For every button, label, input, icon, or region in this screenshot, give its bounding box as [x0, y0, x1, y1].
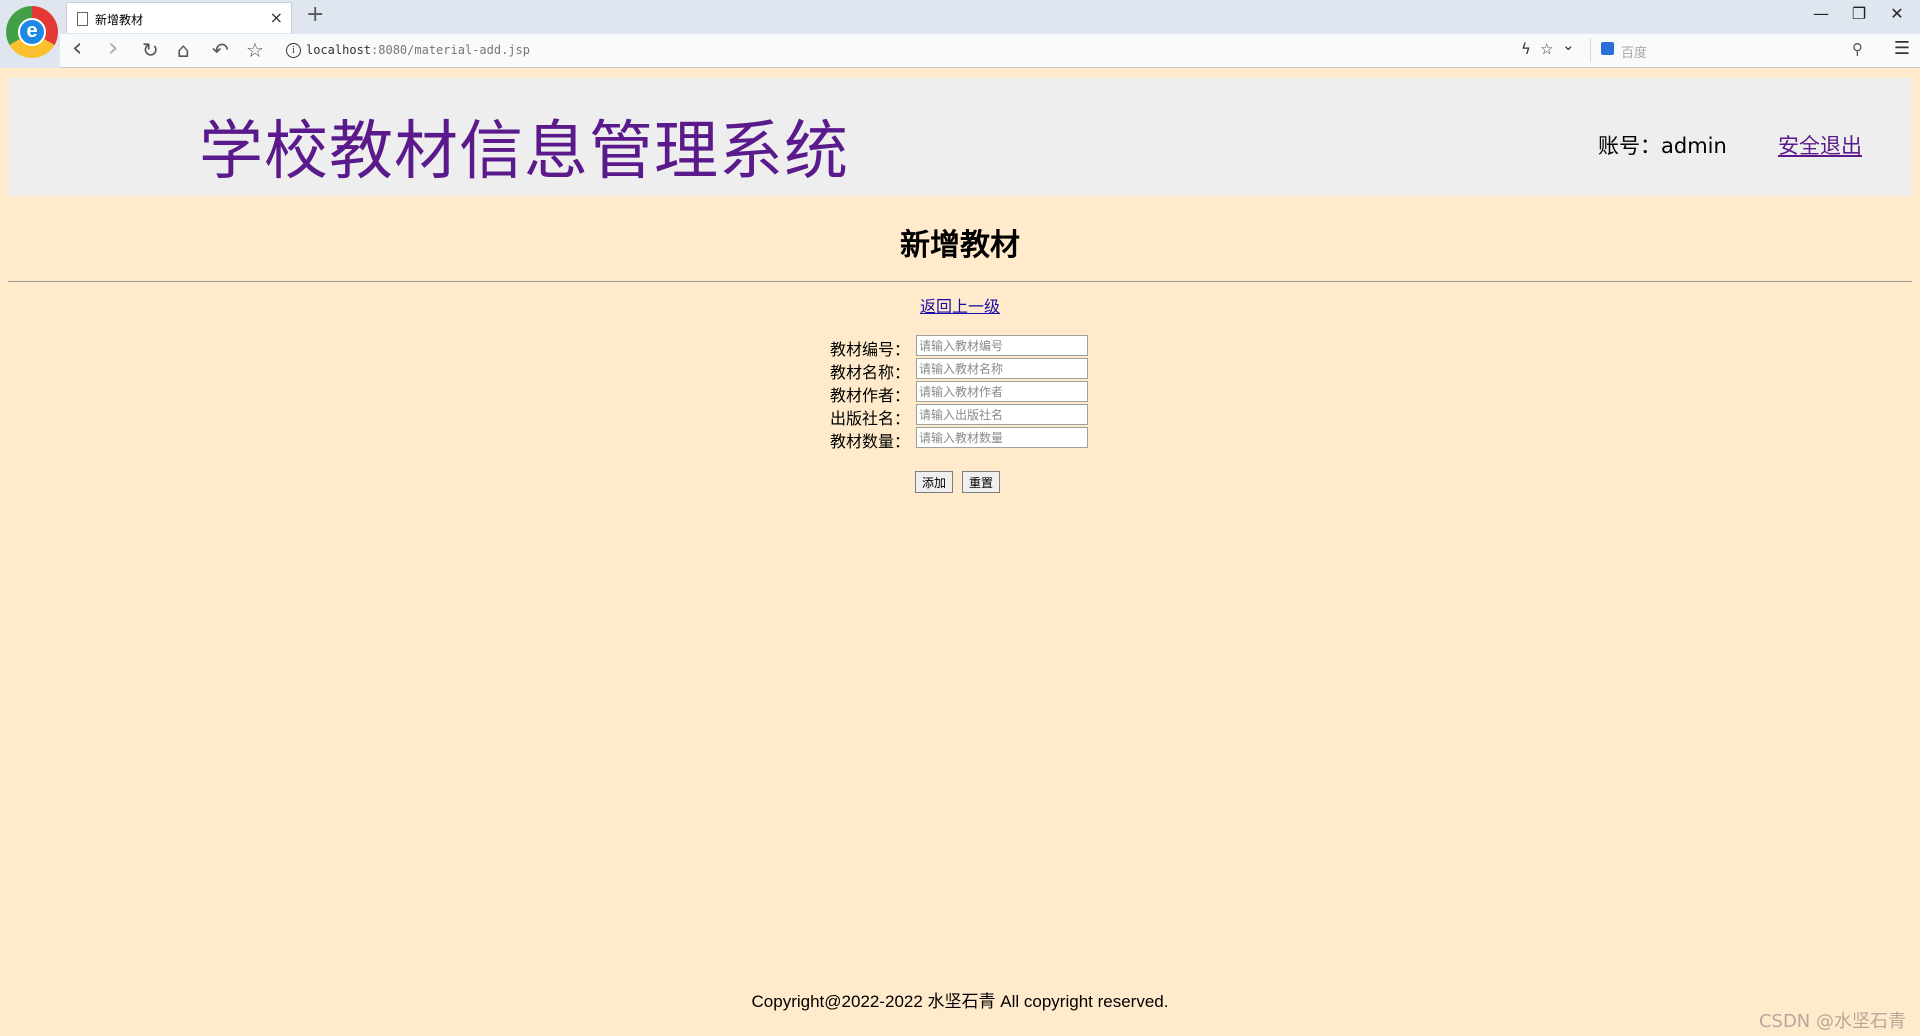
dropdown-icon[interactable]: ⌄ [1562, 36, 1575, 54]
close-window-icon[interactable]: ✕ [1882, 4, 1912, 23]
material-name-label: 教材名称： [820, 359, 910, 383]
bookmark-icon[interactable]: ☆ [246, 38, 264, 62]
url-host: localhost [306, 43, 371, 57]
quantity-input[interactable] [916, 427, 1088, 448]
material-id-input[interactable] [916, 335, 1088, 356]
search-icon[interactable]: ⚲ [1852, 40, 1863, 58]
minimize-icon[interactable]: — [1806, 4, 1836, 23]
page-icon [77, 12, 88, 26]
browser-chrome: e 新增教材 × + — ❐ ✕ ‹ › ↻ ⌂ ↶ ☆ i localhost… [0, 0, 1920, 68]
search-box[interactable]: 百度 ⚲ [1590, 38, 1871, 62]
undo-icon[interactable]: ↶ [212, 38, 229, 62]
footer-copyright: Copyright@2022-2022 水坚石青 All copyright r… [0, 987, 1920, 1012]
quantity-label: 教材数量： [820, 428, 910, 452]
back-link-row: 返回上一级 [0, 293, 1920, 317]
site-info-icon[interactable]: i [286, 43, 301, 58]
tab-title: 新增教材 [95, 11, 143, 28]
material-author-label: 教材作者： [820, 382, 910, 406]
back-link[interactable]: 返回上一级 [920, 297, 1000, 316]
search-engine-icon [1601, 42, 1614, 55]
system-title: 学校教材信息管理系统 [199, 100, 849, 192]
reset-button[interactable]: 重置 [962, 471, 1000, 493]
publisher-label: 出版社名： [820, 405, 910, 429]
material-name-input[interactable] [916, 358, 1088, 379]
material-author-input[interactable] [916, 381, 1088, 402]
search-placeholder: 百度 [1621, 42, 1647, 61]
url-path: :8080/material-add.jsp [371, 43, 530, 57]
tab-close-icon[interactable]: × [270, 8, 283, 27]
material-id-label: 教材编号： [820, 336, 910, 360]
browser-tab[interactable]: 新增教材 × [66, 2, 292, 33]
home-icon[interactable]: ⌂ [177, 38, 190, 62]
publisher-input[interactable] [916, 404, 1088, 425]
back-icon[interactable]: ‹ [72, 33, 82, 63]
restore-icon[interactable]: ❐ [1844, 4, 1874, 23]
url-field[interactable]: localhost:8080/material-add.jsp [306, 43, 530, 57]
reload-icon[interactable]: ↻ [142, 38, 159, 62]
watermark: CSDN @水坚石青 [1759, 1007, 1906, 1033]
flash-icon[interactable]: ϟ [1521, 40, 1531, 58]
new-tab-icon[interactable]: + [306, 2, 324, 27]
page-title: 新增教材 [0, 220, 1920, 264]
browser-logo-icon: e [6, 6, 58, 58]
add-button[interactable]: 添加 [915, 471, 953, 493]
address-bar: ‹ › ↻ ⌂ ↶ ☆ i localhost:8080/material-ad… [60, 34, 1920, 68]
menu-icon[interactable]: ☰ [1894, 38, 1910, 59]
logout-link[interactable]: 安全退出 [1778, 130, 1862, 160]
favorite-star-icon[interactable]: ☆ [1540, 40, 1553, 58]
forward-icon[interactable]: › [108, 33, 118, 63]
account-label: 账号：admin [1598, 130, 1727, 160]
divider [8, 281, 1912, 282]
site-header: 学校教材信息管理系统 账号：admin 安全退出 [8, 78, 1911, 196]
